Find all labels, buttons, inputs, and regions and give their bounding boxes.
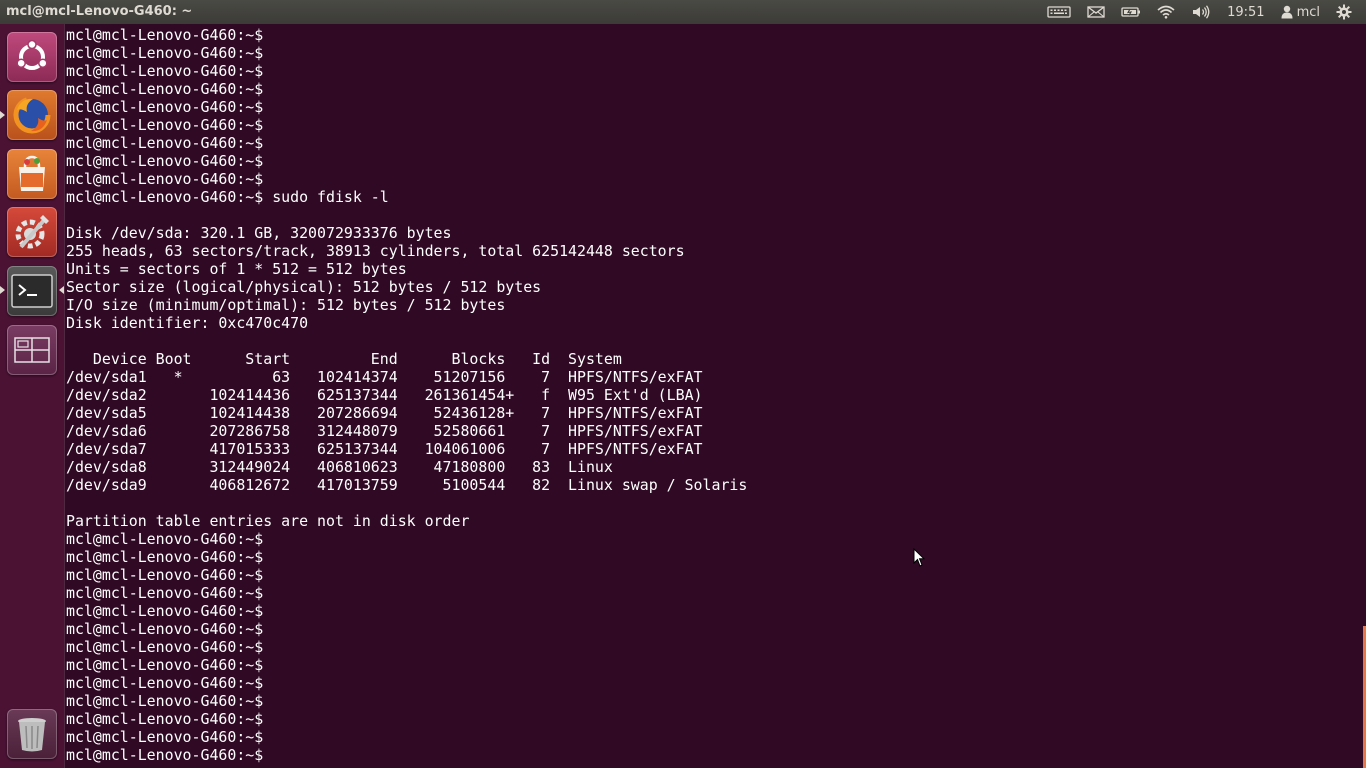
running-indicator [0, 111, 5, 119]
terminal-line: Sector size (logical/physical): 512 byte… [66, 278, 542, 296]
terminal-line: mcl@mcl-Lenovo-G460:~$ [66, 170, 264, 188]
trash-icon [18, 718, 46, 752]
terminal-line: mcl@mcl-Lenovo-G460:~$ [66, 710, 264, 728]
terminal-launcher[interactable] [7, 266, 57, 316]
shopping-bag-icon [19, 155, 45, 191]
terminal-line: /dev/sda1 * 63 102414374 51207156 7 HPFS… [66, 368, 703, 386]
window-title: mcl@mcl-Lenovo-G460: ~ [6, 4, 193, 19]
system-settings-launcher[interactable] [7, 207, 57, 257]
terminal-line: mcl@mcl-Lenovo-G460:~$ [66, 44, 264, 62]
launcher [0, 24, 65, 768]
settings-icon [15, 215, 49, 249]
terminal-line: 255 heads, 63 sectors/track, 38913 cylin… [66, 242, 685, 260]
terminal-line: mcl@mcl-Lenovo-G460:~$ [66, 98, 264, 116]
terminal-output[interactable]: mcl@mcl-Lenovo-G460:~$ mcl@mcl-Lenovo-G46… [66, 26, 747, 764]
terminal-line: Disk /dev/sda: 320.1 GB, 320072933376 by… [66, 224, 452, 242]
running-indicator [0, 286, 5, 294]
terminal-line: mcl@mcl-Lenovo-G460:~$ [66, 692, 264, 710]
terminal-line: Disk identifier: 0xc470c470 [66, 314, 309, 332]
terminal-icon [11, 274, 53, 308]
firefox-launcher[interactable] [7, 90, 57, 140]
wifi-icon[interactable] [1149, 0, 1183, 24]
user-name: mcl [1296, 4, 1320, 20]
clock[interactable]: 19:51 [1219, 0, 1272, 24]
workspace-icon [14, 337, 50, 363]
terminal-line: I/O size (minimum/optimal): 512 bytes / … [66, 296, 506, 314]
terminal-line: mcl@mcl-Lenovo-G460:~$ [66, 548, 264, 566]
active-indicator [59, 286, 64, 294]
ubuntu-logo-icon [16, 39, 48, 70]
terminal-line: mcl@mcl-Lenovo-G460:~$ [66, 620, 264, 638]
terminal-line: mcl@mcl-Lenovo-G460:~$ [66, 152, 264, 170]
terminal-line: mcl@mcl-Lenovo-G460:~$ [66, 638, 264, 656]
terminal-line: mcl@mcl-Lenovo-G460:~$ [66, 656, 264, 674]
user-icon [1281, 5, 1293, 19]
terminal-line: mcl@mcl-Lenovo-G460:~$ [66, 80, 264, 98]
terminal-line: mcl@mcl-Lenovo-G460:~$ [66, 26, 264, 44]
terminal-line: /dev/sda9 406812672 417013759 5100544 82… [66, 476, 748, 494]
gear-icon[interactable] [1328, 0, 1360, 24]
terminal-line: /dev/sda7 417015333 625137344 104061006 … [66, 440, 703, 458]
software-center-launcher[interactable] [7, 149, 57, 199]
top-panel: mcl@mcl-Lenovo-G460: ~ 19:51 mcl [0, 0, 1366, 24]
terminal-line: mcl@mcl-Lenovo-G460:~$ [66, 746, 264, 764]
keyboard-icon[interactable] [1039, 0, 1079, 24]
terminal-line: mcl@mcl-Lenovo-G460:~$ [66, 134, 264, 152]
terminal-line: mcl@mcl-Lenovo-G460:~$ [66, 602, 264, 620]
terminal-line: mcl@mcl-Lenovo-G460:~$ [66, 584, 264, 602]
terminal-line: /dev/sda5 102414438 207286694 52436128+ … [66, 404, 703, 422]
mouse-cursor-icon [913, 548, 925, 567]
terminal-line: /dev/sda8 312449024 406810623 47180800 8… [66, 458, 613, 476]
battery-icon[interactable] [1113, 0, 1149, 24]
mail-icon[interactable] [1079, 0, 1113, 24]
terminal-line: mcl@mcl-Lenovo-G460:~$ [66, 728, 264, 746]
volume-icon[interactable] [1183, 0, 1219, 24]
terminal-line: /dev/sda2 102414436 625137344 261361454+… [66, 386, 703, 404]
workspace-switcher-launcher[interactable] [7, 325, 57, 375]
terminal-line: mcl@mcl-Lenovo-G460:~$ [66, 116, 264, 134]
user-menu[interactable]: mcl [1273, 0, 1328, 24]
dash-home-button[interactable] [7, 32, 57, 82]
terminal-line: Units = sectors of 1 * 512 = 512 bytes [66, 260, 407, 278]
firefox-icon [13, 96, 51, 134]
terminal-line: mcl@mcl-Lenovo-G460:~$ [66, 530, 264, 548]
terminal-line: mcl@mcl-Lenovo-G460:~$ [66, 62, 264, 80]
trash-launcher[interactable] [7, 709, 57, 759]
terminal-line: mcl@mcl-Lenovo-G460:~$ [66, 674, 264, 692]
terminal-line: Partition table entries are not in disk … [66, 512, 470, 530]
terminal-line: Device Boot Start End Blocks Id System [66, 350, 622, 368]
terminal-window[interactable]: mcl@mcl-Lenovo-G460:~$ mcl@mcl-Lenovo-G46… [65, 24, 1366, 768]
terminal-line: mcl@mcl-Lenovo-G460:~$ sudo fdisk -l [66, 188, 389, 206]
terminal-line: mcl@mcl-Lenovo-G460:~$ [66, 566, 264, 584]
indicator-area: 19:51 mcl [1039, 0, 1360, 24]
terminal-line: /dev/sda6 207286758 312448079 52580661 7… [66, 422, 703, 440]
